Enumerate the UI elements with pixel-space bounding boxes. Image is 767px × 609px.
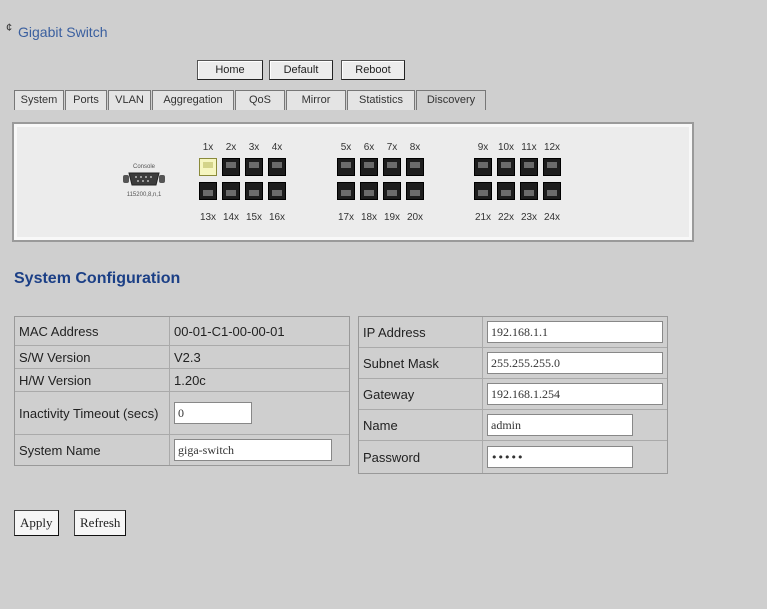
port-label-8x: 8x [409,142,421,153]
tab-qos[interactable]: QoS [235,90,285,110]
port-2x[interactable] [222,158,240,176]
port-17x[interactable] [337,182,355,200]
password-cell [483,441,637,473]
port-label-12x: 12x [543,142,561,153]
device-info-panel: MAC Address 00-01-C1-00-00-01 S/W Versio… [14,316,350,466]
page-title: System Configuration [14,270,181,287]
sw-version-label: S/W Version [15,346,170,368]
port-label-4x: 4x [271,142,283,153]
tab-mirror[interactable]: Mirror [286,90,346,110]
password-label: Password [359,441,483,473]
system-name-cell [170,435,336,465]
console-label: Console [132,164,155,170]
port-3x[interactable] [245,158,263,176]
port-label-20x: 20x [406,212,424,223]
mac-label: MAC Address [15,317,170,345]
hw-version-label: H/W Version [15,369,170,391]
tab-vlan[interactable]: VLAN [108,90,151,110]
subnet-row: Subnet Mask [359,348,667,379]
port-9x[interactable] [474,158,492,176]
name-label: Name [359,410,483,440]
timeout-input[interactable] [174,402,252,424]
page-background: ¢ Gigabit Switch Home Default Reboot Sys… [0,0,767,609]
timeout-row: Inactivity Timeout (secs) [15,392,349,435]
reboot-button[interactable]: Reboot [341,60,405,80]
port-22x[interactable] [497,182,515,200]
port-20x[interactable] [406,182,424,200]
sw-version-value: V2.3 [174,349,201,365]
port-15x[interactable] [245,182,263,200]
system-name-input[interactable] [174,439,332,461]
tab-bar: System Ports VLAN Aggregation QoS Mirror… [14,90,487,110]
timeout-label: Inactivity Timeout (secs) [15,392,170,434]
refresh-button[interactable]: Refresh [74,510,127,536]
port-8x[interactable] [406,158,424,176]
apply-button[interactable]: Apply [14,510,59,536]
tab-statistics[interactable]: Statistics [347,90,415,110]
gateway-row: Gateway [359,379,667,410]
home-button[interactable]: Home [197,60,263,80]
port-19x[interactable] [383,182,401,200]
tab-aggregation[interactable]: Aggregation [152,90,234,110]
brand-title: Gigabit Switch [18,24,108,40]
gateway-cell [483,379,667,409]
brand-mark: ¢ [6,22,13,34]
name-cell [483,410,637,440]
port-16x[interactable] [268,182,286,200]
sw-version-row: S/W Version V2.3 [15,346,349,369]
port-12x[interactable] [543,158,561,176]
subnet-mask-input[interactable] [487,352,663,374]
gateway-label: Gateway [359,379,483,409]
port-5x[interactable] [337,158,355,176]
port-4x[interactable] [268,158,286,176]
subnet-mask-cell [483,348,667,378]
system-name-label: System Name [15,435,170,465]
console-port: Console 115200,8,n,1 [118,164,170,199]
hw-version-value: 1.20c [174,372,206,388]
ip-address-cell [483,317,667,347]
port-7x[interactable] [383,158,401,176]
port-23x[interactable] [520,182,538,200]
mac-row: MAC Address 00-01-C1-00-00-01 [15,317,349,346]
ip-address-input[interactable] [487,321,663,343]
name-row: Name [359,410,667,441]
serial-connector-icon [123,172,165,186]
port-6x[interactable] [360,158,378,176]
name-input[interactable] [487,414,633,436]
password-input[interactable] [487,446,633,468]
password-row: Password [359,441,667,473]
tab-discovery[interactable]: Discovery [416,90,486,110]
port-11x[interactable] [520,158,538,176]
port-1x[interactable] [199,158,217,176]
gateway-input[interactable] [487,383,663,405]
port-24x[interactable] [543,182,561,200]
port-label-24x: 24x [543,212,561,223]
port-10x[interactable] [497,158,515,176]
ip-address-label: IP Address [359,317,483,347]
port-label-16x: 16x [268,212,286,223]
subnet-mask-label: Subnet Mask [359,348,483,378]
switch-faceplate: Console 115200,8,n,1 1x 2x 3x 4x 13x 14x 15x 16… [12,122,694,242]
port-14x[interactable] [222,182,240,200]
port-21x[interactable] [474,182,492,200]
ip-row: IP Address [359,317,667,348]
default-button[interactable]: Default [269,60,333,80]
port-18x[interactable] [360,182,378,200]
mac-value: 00-01-C1-00-00-01 [174,323,285,339]
port-13x[interactable] [199,182,217,200]
tab-system[interactable]: System [14,90,64,110]
timeout-cell [170,392,256,434]
network-settings-panel: IP Address Subnet Mask Gateway Name Pass… [358,316,668,474]
system-name-row: System Name [15,435,349,465]
console-baud: 115200,8,n,1 [126,192,162,198]
hw-version-row: H/W Version 1.20c [15,369,349,392]
tab-ports[interactable]: Ports [65,90,107,110]
